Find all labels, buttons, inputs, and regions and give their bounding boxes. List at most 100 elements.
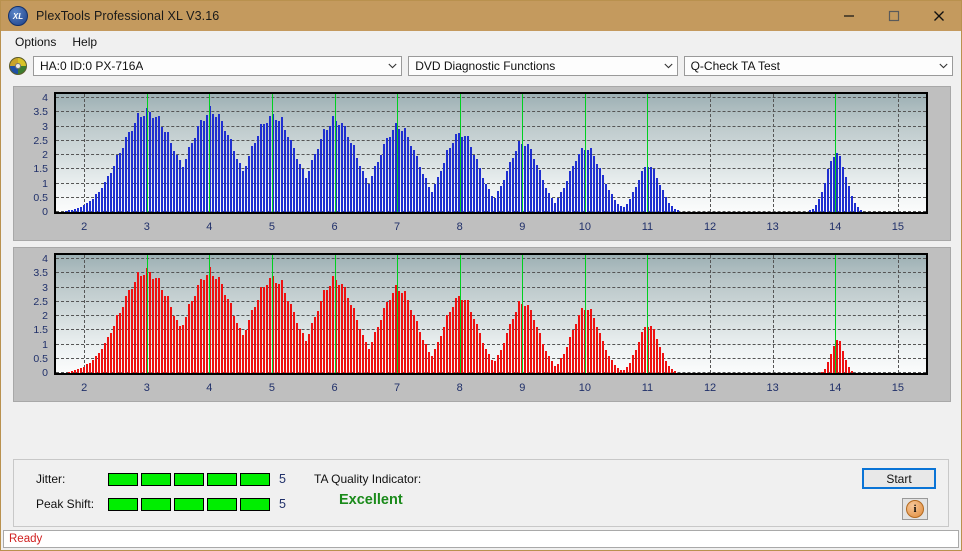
- chart-bar: [623, 207, 625, 212]
- chart-bar: [842, 167, 844, 212]
- chart-bar: [389, 299, 391, 373]
- chart-bar: [140, 276, 142, 373]
- chart-bar: [377, 161, 379, 212]
- chart-bar: [656, 339, 658, 373]
- chart-bar: [296, 158, 298, 212]
- chart-bar: [377, 327, 379, 373]
- chart-bar: [323, 129, 325, 212]
- chart-bar: [233, 151, 235, 212]
- peak-marker: [522, 255, 524, 373]
- close-icon[interactable]: [916, 1, 961, 31]
- chart-bar: [488, 353, 490, 373]
- info-button[interactable]: i: [902, 498, 928, 520]
- test-select[interactable]: Q-Check TA Test: [683, 56, 953, 76]
- chart-bar: [524, 305, 526, 373]
- chart-bar: [230, 138, 232, 212]
- chart-bar: [665, 360, 667, 373]
- chart-bar: [815, 205, 817, 212]
- chart-bar: [218, 114, 220, 212]
- chart-bar: [407, 136, 409, 212]
- minimize-icon[interactable]: [826, 1, 871, 31]
- chart-bar: [476, 323, 478, 373]
- chart-bar: [416, 155, 418, 212]
- chart-bar: [179, 325, 181, 373]
- x-tick-label: 13: [766, 382, 779, 394]
- chart-bar: [311, 160, 313, 212]
- chart-bar: [662, 190, 664, 212]
- chart-bar: [629, 199, 631, 212]
- chart-bar: [227, 298, 229, 373]
- chart-bar: [101, 188, 103, 212]
- start-button[interactable]: Start: [862, 468, 936, 489]
- chart-bar: [482, 177, 484, 212]
- chart-bar: [509, 161, 511, 212]
- chart-bar: [350, 304, 352, 373]
- chart-bar: [356, 320, 358, 373]
- chart-bar: [479, 168, 481, 212]
- chart-bar: [236, 323, 238, 373]
- peak-marker: [584, 94, 586, 212]
- peak-marker: [271, 255, 273, 373]
- chart-bar: [455, 134, 457, 212]
- chart-bar: [464, 300, 466, 373]
- chart-bar: [578, 314, 580, 373]
- chart-bar: [437, 341, 439, 373]
- chart-bar: [83, 366, 85, 373]
- menu-item-help[interactable]: Help: [64, 33, 105, 51]
- chart-bar: [656, 177, 658, 212]
- chart-bar: [341, 123, 343, 212]
- chevron-down-icon[interactable]: [935, 63, 952, 69]
- chart-bar: [359, 166, 361, 212]
- chart-bar: [101, 349, 103, 373]
- chart-bar: [224, 294, 226, 373]
- chart-bar: [158, 116, 160, 212]
- chart-bar: [125, 295, 127, 373]
- y-axis-labels-secondary: 0 0.5 1 1.5 2 2.5 3 3.5 4: [14, 248, 52, 380]
- chevron-down-icon[interactable]: [384, 63, 401, 69]
- menu-item-options[interactable]: Options: [7, 33, 64, 51]
- chart-bar: [203, 120, 205, 212]
- peak-marker: [209, 255, 211, 373]
- chart-bar: [248, 320, 250, 373]
- chart-bar: [152, 117, 154, 212]
- x-tick-label: 13: [766, 221, 779, 233]
- chart-bar: [383, 143, 385, 212]
- ta-test-chart-secondary: 0 0.5 1 1.5 2 2.5 3 3.5 4 2 3 4 5 6 7 8 9 10 11 12 13 14 15: [13, 247, 951, 402]
- chart-bar: [92, 360, 94, 373]
- chart-bar: [581, 307, 583, 373]
- y-tick-label: 1.5: [33, 324, 48, 337]
- chart-bar: [413, 149, 415, 212]
- chart-bar: [470, 311, 472, 373]
- chevron-down-icon[interactable]: [660, 63, 677, 69]
- menu-bar: Options Help: [1, 31, 961, 52]
- chart-bar: [314, 316, 316, 373]
- chart-bar: [635, 186, 637, 212]
- gridline-vertical: [710, 255, 712, 373]
- chart-bar: [188, 146, 190, 212]
- jitter-block: [240, 472, 270, 486]
- chart-bar: [443, 162, 445, 212]
- chart-bar: [482, 342, 484, 373]
- y-tick-label: 3.5: [33, 267, 48, 280]
- chart-bar: [611, 194, 613, 212]
- gridline-horizontal: [56, 97, 926, 99]
- function-select[interactable]: DVD Diagnostic Functions: [408, 56, 678, 76]
- chart-bar: [65, 210, 67, 212]
- gridline-vertical: [772, 255, 774, 373]
- x-tick-label: 6: [331, 382, 338, 394]
- chart-bar: [260, 123, 262, 212]
- maximize-icon[interactable]: [871, 1, 916, 31]
- chart-bar: [836, 339, 838, 373]
- chart-bar: [161, 290, 163, 373]
- device-select[interactable]: HA:0 ID:0 PX-716A: [33, 56, 403, 76]
- x-tick-label: 14: [829, 382, 842, 394]
- chart-bar: [845, 177, 847, 212]
- chart-bar: [845, 360, 847, 373]
- chart-bar: [167, 132, 169, 212]
- chart-bar: [392, 292, 394, 373]
- chart-bar: [137, 271, 139, 373]
- chart-bar: [302, 333, 304, 373]
- chart-bar: [440, 171, 442, 212]
- chart-bar: [614, 365, 616, 373]
- gridline-horizontal: [56, 272, 926, 274]
